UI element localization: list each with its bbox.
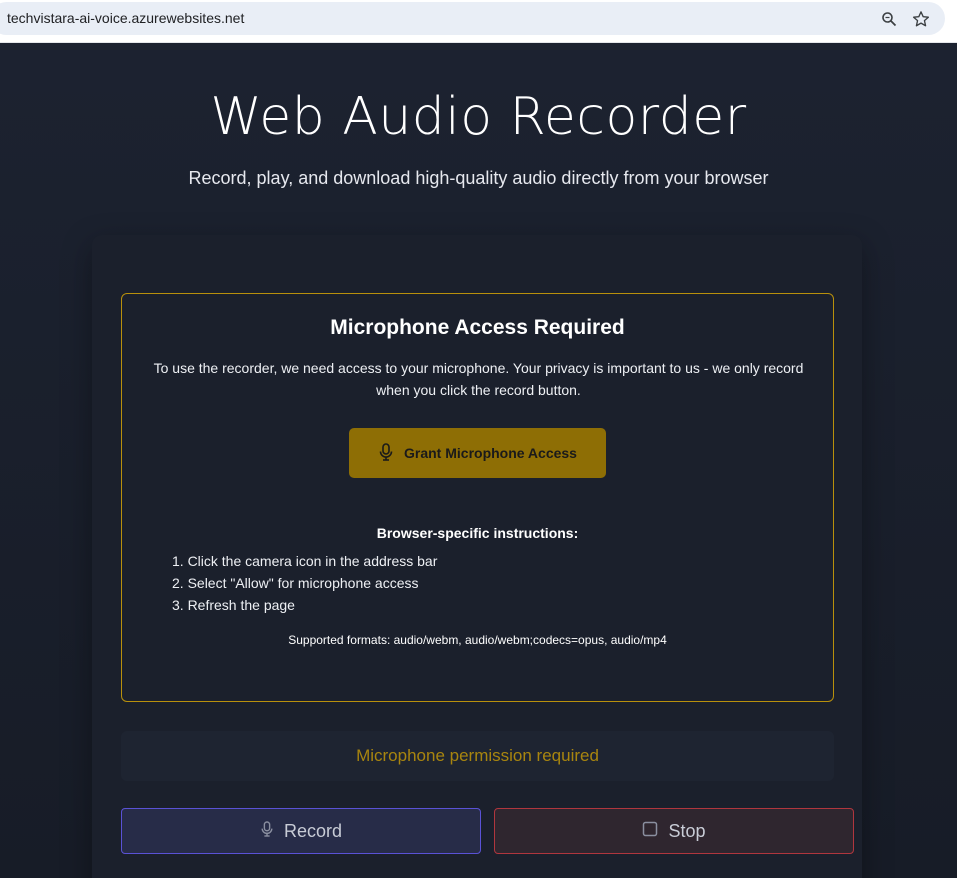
stop-button[interactable]: Stop (494, 808, 854, 854)
zoom-icon[interactable] (879, 9, 899, 29)
instruction-item: 3. Refresh the page (172, 597, 295, 613)
supported-formats: Supported formats: audio/webm, audio/web… (288, 633, 667, 647)
microphone-icon (260, 820, 274, 843)
address-bar[interactable]: techvistara-ai-voice.azurewebsites.net (0, 2, 945, 35)
url-text[interactable]: techvistara-ai-voice.azurewebsites.net (7, 10, 244, 26)
permission-panel: Microphone Access Required To use the re… (121, 293, 834, 702)
stop-icon (642, 821, 658, 842)
record-button[interactable]: Record (121, 808, 481, 854)
page: Web Audio Recorder Record, play, and dow… (0, 43, 957, 878)
instructions-title: Browser-specific instructions: (376, 525, 579, 541)
microphone-icon (378, 442, 394, 464)
page-subtitle: Record, play, and download high-quality … (188, 168, 769, 188)
browser-toolbar: techvistara-ai-voice.azurewebsites.net (0, 0, 957, 43)
grant-microphone-label: Grant Microphone Access (404, 445, 577, 461)
recorder-card: Microphone Access Required To use the re… (92, 235, 862, 878)
page-title: Web Audio Recorder (210, 87, 747, 147)
star-icon[interactable] (911, 9, 931, 29)
permission-text: To use the recorder, we need access to y… (153, 360, 804, 398)
instructions-list: 1. Click the camera icon in the address … (172, 550, 437, 616)
stop-label: Stop (668, 820, 706, 841)
instruction-item: 2. Select "Allow" for microphone access (172, 575, 419, 591)
grant-microphone-button[interactable]: Grant Microphone Access (349, 428, 606, 478)
status-message: Microphone permission required (121, 731, 834, 781)
permission-title: Microphone Access Required (330, 316, 625, 339)
record-label: Record (283, 820, 343, 841)
instruction-item: 1. Click the camera icon in the address … (172, 553, 438, 569)
